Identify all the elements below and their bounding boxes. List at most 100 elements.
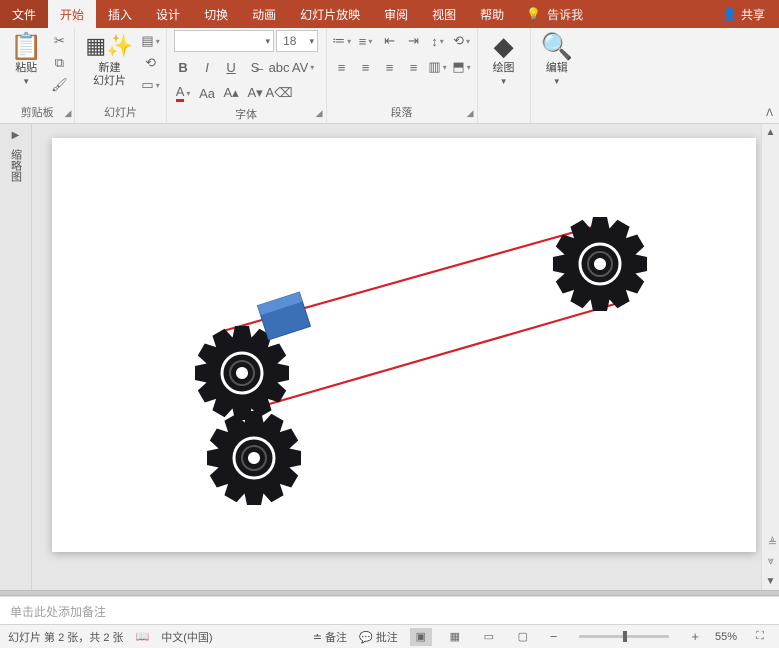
increase-indent-button[interactable]: ⇥ <box>405 32 423 50</box>
new-slide-label: 新建 幻灯片 <box>93 62 126 88</box>
new-slide-icon: ▦✨ <box>85 32 133 60</box>
slideshow-view-button[interactable]: ▢ <box>512 628 534 646</box>
tell-me-label: 告诉我 <box>547 6 583 23</box>
scroll-down-icon[interactable]: ▼ <box>766 576 776 587</box>
slide-canvas-area: ▲ ▼ ≜ ⩔ <box>32 124 779 590</box>
slide-pager: ≜ ⩔ <box>768 536 777 568</box>
notes-toggle[interactable]: ≐ 备注 <box>313 629 347 645</box>
font-dialog-launcher[interactable]: ◢ <box>316 108 323 119</box>
slide-artwork <box>52 138 756 552</box>
clear-format-button[interactable]: A⌫ <box>270 84 288 102</box>
collapse-ribbon-button[interactable]: ᐱ <box>766 108 773 119</box>
editing-button[interactable]: 🔍 编辑 ▼ <box>537 30 577 88</box>
thumbnail-pane-collapsed[interactable]: ▶ 缩略图 <box>0 124 32 590</box>
group-drawing: ◆ 绘图 ▼ . <box>478 28 531 123</box>
align-center-button[interactable]: ≡ <box>357 58 375 76</box>
chevron-down-icon: ▼ <box>22 77 30 86</box>
next-slide-button[interactable]: ⩔ <box>768 555 777 568</box>
tab-design[interactable]: 设计 <box>144 0 192 28</box>
italic-button[interactable]: I <box>198 58 216 76</box>
underline-button[interactable]: U <box>222 58 240 76</box>
char-spacing-button[interactable]: AV <box>294 58 312 76</box>
tab-home[interactable]: 开始 <box>48 0 96 28</box>
zoom-slider-thumb[interactable] <box>623 631 627 642</box>
numbering-button[interactable]: ≡ <box>357 32 375 50</box>
editing-label: 编辑 <box>546 62 568 75</box>
bold-button[interactable]: B <box>174 58 192 76</box>
bullets-button[interactable]: ≔ <box>333 32 351 50</box>
slide[interactable] <box>52 138 756 552</box>
normal-view-button[interactable]: ▣ <box>410 628 432 646</box>
copy-button[interactable]: ⧉ <box>50 54 68 72</box>
scroll-up-icon[interactable]: ▲ <box>766 127 776 138</box>
prev-slide-button[interactable]: ≜ <box>768 536 777 549</box>
zoom-slider[interactable] <box>579 635 669 638</box>
tab-animations[interactable]: 动画 <box>240 0 288 28</box>
vertical-scrollbar[interactable]: ▲ ▼ <box>761 124 779 590</box>
group-clipboard-label: 剪贴板 <box>6 102 68 123</box>
shapes-icon: ◆ <box>494 32 514 60</box>
section-button[interactable]: ▭ <box>142 76 160 94</box>
font-size-value: 18 <box>283 34 296 48</box>
line-spacing-button[interactable]: ↕ <box>429 32 447 50</box>
new-slide-button[interactable]: ▦✨ 新建 幻灯片 <box>81 30 137 90</box>
decrease-indent-button[interactable]: ⇤ <box>381 32 399 50</box>
drawing-button[interactable]: ◆ 绘图 ▼ <box>484 30 524 88</box>
comments-toggle-label: 批注 <box>376 632 398 644</box>
increase-font-button[interactable]: A▴ <box>222 84 240 102</box>
tab-transitions[interactable]: 切换 <box>192 0 240 28</box>
columns-button[interactable]: ▥ <box>429 58 447 76</box>
slide-layout-button[interactable]: ▤ <box>142 32 160 50</box>
sorter-view-button[interactable]: ▦ <box>444 628 466 646</box>
tab-view[interactable]: 视图 <box>420 0 468 28</box>
tab-help[interactable]: 帮助 <box>468 0 516 28</box>
tab-file[interactable]: 文件 <box>0 0 48 28</box>
fit-to-window-button[interactable]: ⛶ <box>749 628 771 646</box>
thumbnail-pane-label: 缩略图 <box>8 149 24 182</box>
font-name-combo[interactable] <box>174 30 274 52</box>
zoom-out-button[interactable]: − <box>546 629 562 644</box>
font-size-combo[interactable]: 18 <box>276 30 318 52</box>
paragraph-dialog-launcher[interactable]: ◢ <box>467 108 474 119</box>
cut-button[interactable]: ✂ <box>50 32 68 50</box>
font-color-button[interactable]: A <box>174 84 192 102</box>
slide-counter[interactable]: 幻灯片 第 2 张，共 2 张 <box>8 629 124 645</box>
reset-slide-button[interactable]: ⟲ <box>142 54 160 72</box>
group-slides: ▦✨ 新建 幻灯片 ▤ ⟲ ▭ 幻灯片 <box>75 28 166 123</box>
tell-me-search[interactable]: 💡 告诉我 <box>516 6 593 23</box>
clipboard-icon: 📋 <box>10 32 42 60</box>
reading-view-button[interactable]: ▭ <box>478 628 500 646</box>
clipboard-dialog-launcher[interactable]: ◢ <box>64 108 71 119</box>
align-left-button[interactable]: ≡ <box>333 58 351 76</box>
spellcheck-icon[interactable]: 📖 <box>136 630 150 643</box>
group-font: 18 B I U S̶ abc AV A Aa A▴ A▾ A⌫ <box>167 28 327 123</box>
text-direction-button[interactable]: ⟲ <box>453 32 471 50</box>
group-editing: 🔍 编辑 ▼ . <box>531 28 583 123</box>
group-slides-label: 幻灯片 <box>81 102 159 123</box>
chevron-down-icon: ▼ <box>500 77 508 86</box>
justify-button[interactable]: ≡ <box>405 58 423 76</box>
decrease-font-button[interactable]: A▾ <box>246 84 264 102</box>
language-indicator[interactable]: 中文(中国) <box>161 629 212 645</box>
tab-slideshow[interactable]: 幻灯片放映 <box>288 0 372 28</box>
comments-toggle[interactable]: 💬 批注 <box>359 629 398 645</box>
work-area: ▶ 缩略图 <box>0 124 779 590</box>
change-case-button[interactable]: Aa <box>198 84 216 102</box>
strikethrough-button[interactable]: S̶ <box>246 58 264 76</box>
drawing-label: 绘图 <box>493 62 515 75</box>
paste-label: 粘贴 <box>15 62 37 75</box>
format-painter-button[interactable]: 🖌 <box>50 76 68 94</box>
share-button[interactable]: 👤 共享 <box>708 6 779 23</box>
tab-review[interactable]: 审阅 <box>372 0 420 28</box>
shadow-button[interactable]: abc <box>270 58 288 76</box>
smartart-button[interactable]: ⬒ <box>453 58 471 76</box>
status-bar: 幻灯片 第 2 张，共 2 张 📖 中文(中国) ≐ 备注 💬 批注 ▣ ▦ ▭… <box>0 624 779 648</box>
align-right-button[interactable]: ≡ <box>381 58 399 76</box>
paste-button[interactable]: 📋 粘贴 ▼ <box>6 30 46 88</box>
lightbulb-icon: 💡 <box>526 7 541 21</box>
zoom-in-button[interactable]: + <box>687 629 703 644</box>
notes-pane[interactable]: 单击此处添加备注 <box>0 596 779 624</box>
zoom-level[interactable]: 55% <box>715 631 737 643</box>
expand-thumbnails-icon[interactable]: ▶ <box>12 130 20 141</box>
tab-insert[interactable]: 插入 <box>96 0 144 28</box>
